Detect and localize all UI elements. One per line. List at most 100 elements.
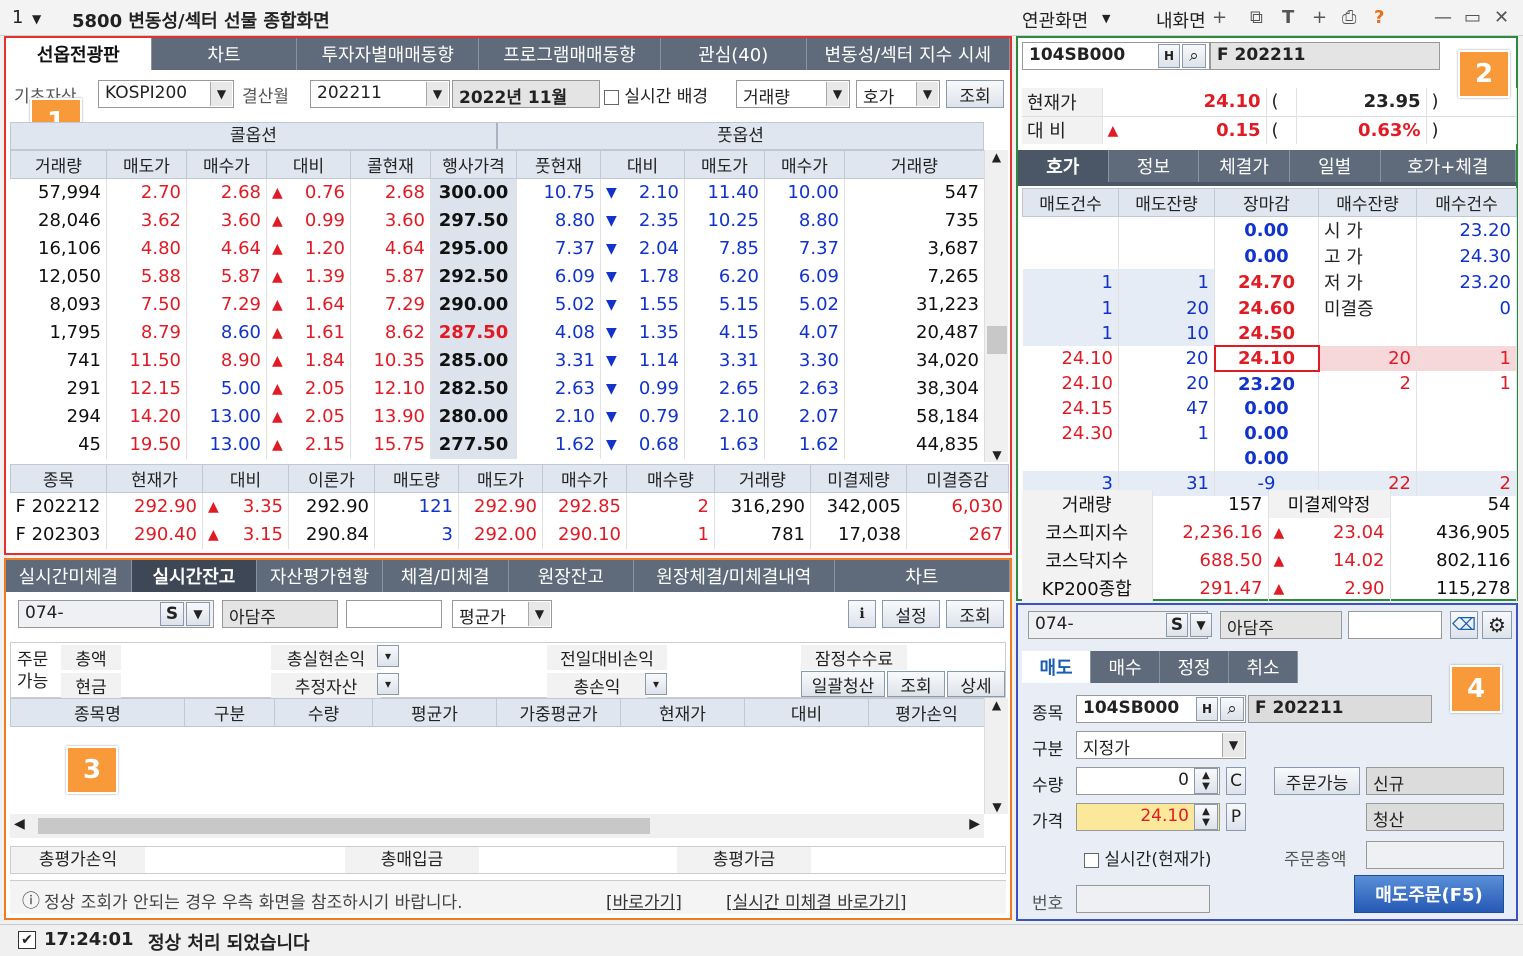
tab-program-trend[interactable]: 프로그램매매동향 bbox=[479, 38, 661, 70]
tab-chart[interactable]: 차트 bbox=[151, 38, 298, 70]
help-icon[interactable]: ? bbox=[1374, 7, 1384, 28]
table-row[interactable]: 12,0505.885.871.395.87292.506.091.786.20… bbox=[10, 262, 985, 291]
query-button[interactable]: 조회 bbox=[946, 600, 1004, 628]
chevron-down-icon[interactable]: ▼ bbox=[1102, 12, 1110, 25]
checkbox-icon[interactable] bbox=[1084, 852, 1099, 868]
chevron-down-icon[interactable]: ▾ bbox=[377, 673, 399, 695]
table-row[interactable]: F 202212292.903.35292.90121292.90292.852… bbox=[10, 492, 1009, 521]
realtime-price-checkbox[interactable]: 실시간(현재가) bbox=[1084, 845, 1212, 870]
tab-modify[interactable]: 정정 bbox=[1160, 651, 1229, 683]
orderbook-row[interactable]: 1 1 24.70 저 가 23.20 bbox=[1022, 269, 1517, 295]
summary-query-button[interactable]: 조회 bbox=[887, 671, 945, 697]
h-button[interactable]: H bbox=[1158, 44, 1180, 68]
table-row[interactable]: 29112.155.002.0512.10282.502.630.992.652… bbox=[10, 374, 985, 403]
close-all-button[interactable]: 일괄청산 bbox=[801, 671, 885, 697]
orderbook-row[interactable]: 24.10 20 23.20 2 1 bbox=[1022, 371, 1517, 396]
order-password-input[interactable] bbox=[1348, 611, 1442, 639]
scroll-right-icon[interactable]: ▶ bbox=[969, 816, 980, 832]
table-row[interactable]: 4519.5013.002.1515.75277.501.620.681.631… bbox=[10, 430, 985, 459]
realtime-bg-checkbox[interactable]: 실시간 배경 bbox=[604, 82, 708, 107]
scroll-up-icon[interactable]: ▲ bbox=[985, 150, 1008, 164]
add-icon[interactable]: + bbox=[1312, 7, 1327, 28]
goto-unfilled-link[interactable]: [실시간 미체결 바로가기] bbox=[726, 888, 906, 913]
hscroll-thumb[interactable] bbox=[38, 818, 650, 834]
password-input[interactable] bbox=[346, 600, 442, 628]
month-select[interactable]: 202211 ▼ bbox=[310, 80, 450, 108]
chevron-down-icon[interactable]: ▼ bbox=[186, 602, 210, 626]
price-p-button[interactable]: P bbox=[1226, 803, 1246, 831]
qty-stepper[interactable]: ▲ ▼ bbox=[1194, 768, 1218, 794]
tab-ledger-balance[interactable]: 원장잔고 bbox=[508, 560, 635, 592]
underlying-select[interactable]: KOSPI200 ▼ bbox=[98, 80, 234, 108]
tab-trade[interactable]: 체결가 bbox=[1199, 150, 1290, 182]
print-icon[interactable]: ⎙ bbox=[1342, 7, 1356, 28]
tab-info[interactable]: 정보 bbox=[1108, 150, 1200, 182]
orderbook-row[interactable]: 24.15 47 0.00 bbox=[1022, 396, 1517, 421]
table-row[interactable]: 57,9942.702.680.762.68300.0010.752.1011.… bbox=[10, 178, 985, 207]
orderbook-row[interactable]: 24.10 20 24.10 20 1 bbox=[1022, 345, 1517, 372]
scrollbar-thumb[interactable] bbox=[987, 326, 1007, 354]
related-screen-menu[interactable]: 연관화면 bbox=[1022, 7, 1088, 33]
info-icon[interactable]: ℹ bbox=[848, 600, 876, 628]
settings-button[interactable]: 설정 bbox=[882, 600, 940, 628]
scroll-up-icon[interactable]: ▲ bbox=[985, 698, 1008, 712]
account-input[interactable]: 074- bbox=[18, 600, 214, 628]
table-row[interactable]: 74111.508.901.8410.35285.003.311.143.313… bbox=[10, 346, 985, 375]
table-row[interactable]: 8,0937.507.291.647.29290.005.021.555.155… bbox=[10, 290, 985, 319]
table-row[interactable]: 29414.2013.002.0513.90280.002.100.792.10… bbox=[10, 402, 985, 431]
index-row[interactable]: KP200종합291.472.90115,278 bbox=[1022, 574, 1517, 602]
detail-button[interactable]: 상세 bbox=[947, 671, 1005, 697]
tab-sell[interactable]: 매도 bbox=[1022, 651, 1091, 683]
chevron-down-icon[interactable]: ▾ bbox=[645, 673, 667, 695]
index-row[interactable]: 코스닥지수688.5014.02802,116 bbox=[1022, 546, 1517, 574]
balance-hscroll[interactable]: ◀ ▶ bbox=[10, 814, 984, 838]
scroll-down-icon[interactable]: ▼ bbox=[985, 800, 1009, 814]
price-stepper[interactable]: ▲ ▼ bbox=[1194, 804, 1218, 830]
table-row[interactable]: F 202303290.403.15290.843292.00290.10178… bbox=[10, 520, 1009, 549]
table-row[interactable]: 16,1064.804.641.204.64295.007.372.047.85… bbox=[10, 234, 985, 263]
order-number-input[interactable] bbox=[1076, 885, 1210, 913]
h-button[interactable]: H bbox=[1196, 697, 1218, 721]
tab-investor-trend[interactable]: 투자자별매매동향 bbox=[297, 38, 480, 70]
maximize-icon[interactable]: ▭ bbox=[1464, 7, 1481, 28]
search-icon[interactable]: ⌕ bbox=[1220, 697, 1244, 721]
sort-select-quote[interactable]: 호가 ▼ bbox=[856, 80, 940, 108]
text-size-icon[interactable]: T bbox=[1282, 7, 1294, 28]
tab-filled-unfilled[interactable]: 체결/미체결 bbox=[382, 560, 509, 592]
qty-clear-button[interactable]: C bbox=[1226, 767, 1246, 795]
price-type-select[interactable]: 평균가 ▼ bbox=[452, 600, 552, 628]
account-type-button[interactable]: S bbox=[160, 602, 184, 626]
order-available-button[interactable]: 주문가능 bbox=[1274, 767, 1360, 795]
balance-vscroll[interactable]: ▲ ▼ bbox=[984, 698, 1008, 814]
order-type-select[interactable]: 지정가 ▼ bbox=[1076, 731, 1246, 759]
tab-cancel[interactable]: 취소 bbox=[1229, 651, 1298, 683]
tab-option-board[interactable]: 선옵전광판 bbox=[6, 38, 152, 70]
gear-icon[interactable]: ⚙ bbox=[1482, 611, 1512, 639]
table-row[interactable]: 28,0463.623.600.993.60297.508.802.3510.2… bbox=[10, 206, 985, 235]
tab-daily[interactable]: 일별 bbox=[1289, 150, 1381, 182]
tab-ledger-history[interactable]: 원장체결/미체결내역 bbox=[634, 560, 835, 592]
plus-icon[interactable]: + bbox=[1212, 7, 1227, 28]
minimize-icon[interactable]: — bbox=[1434, 7, 1452, 28]
index-row[interactable]: 코스피지수2,236.1623.04436,905 bbox=[1022, 518, 1517, 546]
chevron-down-icon[interactable]: ▼ bbox=[1190, 613, 1212, 637]
tab-balance-chart[interactable]: 차트 bbox=[834, 560, 1010, 592]
tab-quote[interactable]: 호가 bbox=[1018, 150, 1109, 182]
search-icon[interactable]: ⌕ bbox=[1182, 44, 1206, 68]
tab-quote-trade[interactable]: 호가+체결 bbox=[1380, 150, 1517, 182]
window-link-icon[interactable]: ⧉ bbox=[1250, 7, 1263, 28]
scroll-down-icon[interactable]: ▼ bbox=[985, 448, 1009, 462]
tab-realtime-balance[interactable]: 실시간잔고 bbox=[131, 560, 258, 592]
screen-number[interactable]: 1 bbox=[12, 7, 23, 28]
orderbook-row[interactable]: 1 20 24.60 미결증 0 bbox=[1022, 295, 1517, 321]
option-board-scrollbar[interactable]: ▲ ▼ bbox=[984, 150, 1008, 462]
orderbook-row[interactable]: 1 10 24.50 bbox=[1022, 321, 1517, 346]
orderbook-row[interactable]: 0.00 고 가 24.30 bbox=[1022, 243, 1517, 269]
tab-buy[interactable]: 매수 bbox=[1091, 651, 1160, 683]
eraser-icon[interactable]: ⌫ bbox=[1450, 611, 1478, 639]
close-icon[interactable]: ✕ bbox=[1494, 7, 1509, 28]
table-row[interactable]: 1,7958.798.601.618.62287.504.081.354.154… bbox=[10, 318, 985, 347]
orderbook-row[interactable]: 24.30 1 0.00 bbox=[1022, 421, 1517, 446]
tab-asset-eval[interactable]: 자산평가현황 bbox=[257, 560, 383, 592]
goto-link[interactable]: [바로가기] bbox=[606, 888, 682, 913]
